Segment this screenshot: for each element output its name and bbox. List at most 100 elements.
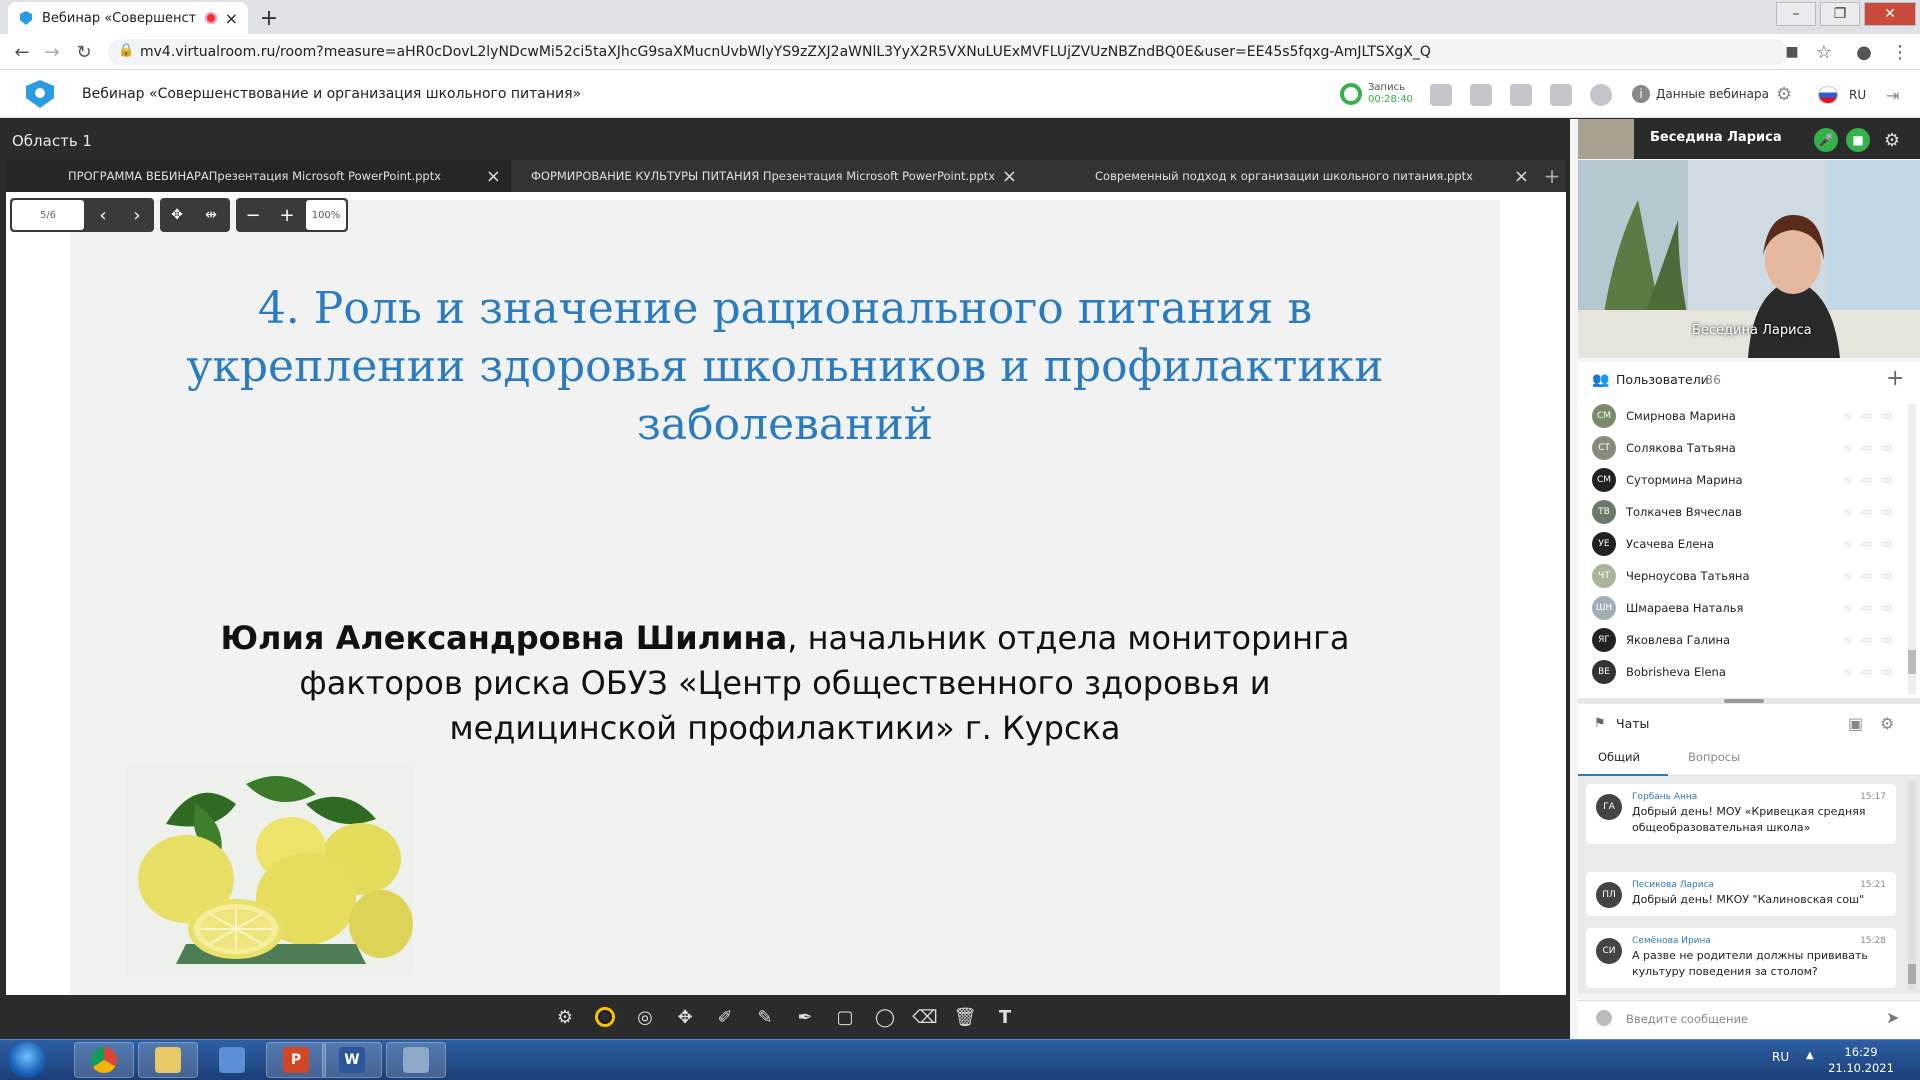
camera-permission-icon[interactable]: ■: [1780, 40, 1804, 64]
close-tab-icon[interactable]: ×: [225, 9, 238, 28]
user-row[interactable]: СТ Солякова Татьяна ⦸▭▭: [1592, 432, 1902, 464]
user-row[interactable]: СМ Сутормина Марина ⦸▭▭: [1592, 464, 1902, 496]
taskbar-explorer[interactable]: [138, 1042, 198, 1078]
eraser-icon[interactable]: ⌫: [912, 1004, 938, 1030]
user-row[interactable]: СМ Смирнова Марина ⦸▭▭: [1592, 400, 1902, 432]
marker-icon[interactable]: ✒: [792, 1004, 818, 1030]
language-selector[interactable]: RU: [1849, 88, 1866, 102]
maximize-window-button[interactable]: ❐: [1820, 2, 1860, 26]
browser-tab[interactable]: Вебинар «Совершенствова ×: [8, 2, 248, 34]
users-scrollbar-thumb[interactable]: [1908, 650, 1916, 674]
chat-scrollbar-thumb[interactable]: [1908, 964, 1916, 984]
chat-tab-questions[interactable]: Вопросы: [1688, 750, 1740, 764]
video-settings-icon[interactable]: ⚙: [1880, 128, 1904, 152]
zoom-in-button[interactable]: +: [270, 198, 304, 232]
close-file-tab-icon[interactable]: ×: [1002, 166, 1017, 187]
chat-message[interactable]: ПЛ Песикова Лариса 15:21 Добрый день! МК…: [1586, 872, 1896, 916]
close-window-button[interactable]: ✕: [1864, 2, 1916, 26]
chat-message-input[interactable]: Введите сообщение: [1626, 1012, 1748, 1026]
users-scrollbar[interactable]: [1908, 404, 1916, 694]
chat-tab-general[interactable]: Общий: [1598, 750, 1640, 764]
user-row[interactable]: ЯГ Яковлева Галина ⦸▭▭: [1592, 624, 1902, 656]
emoji-icon[interactable]: [1596, 1010, 1612, 1026]
add-file-tab-button[interactable]: +: [1540, 160, 1564, 192]
user-status-icons: ⦸▭▭: [1844, 633, 1902, 646]
user-row[interactable]: ЧТ Черноусова Татьяна ⦸▭▭: [1592, 560, 1902, 592]
user-icon[interactable]: [1590, 84, 1612, 106]
folder-icon[interactable]: [1550, 84, 1572, 106]
minimize-window-button[interactable]: –: [1776, 2, 1816, 26]
zoom-level[interactable]: 100%: [306, 200, 346, 230]
text-tool-icon[interactable]: T: [992, 1004, 1018, 1030]
url-text: mv4.virtualroom.ru/room?measure=aHR0cDov…: [140, 44, 1431, 60]
chat-settings-icon[interactable]: ⚙: [1880, 714, 1894, 733]
file-tab-2[interactable]: ФОРМИРОВАНИЕ КУЛЬТУРЫ ПИТАНИЯ Презентаци…: [515, 160, 1027, 192]
user-row[interactable]: ТВ Толкачев Вячеслав ⦸▭▭: [1592, 496, 1902, 528]
chat-scrollbar[interactable]: [1908, 780, 1916, 990]
zoom-out-button[interactable]: −: [236, 198, 270, 232]
file-tab-3[interactable]: Современный подход к организации школьно…: [1031, 160, 1539, 192]
reload-icon[interactable]: ↻: [72, 40, 96, 64]
circle-icon[interactable]: ◯: [872, 1004, 898, 1030]
rectangle-icon[interactable]: ▢: [832, 1004, 858, 1030]
tray-clock[interactable]: 16:29 21.10.2021: [1826, 1044, 1896, 1076]
back-icon[interactable]: ←: [10, 40, 34, 64]
presenter-thumbnail[interactable]: [1578, 119, 1634, 159]
browser-menu-icon[interactable]: ⋮: [1888, 40, 1912, 64]
taskbar-paint[interactable]: [386, 1042, 446, 1078]
info-icon[interactable]: i: [1632, 85, 1650, 103]
color-picker-icon[interactable]: [592, 1004, 618, 1030]
page-number-input[interactable]: 5/6: [12, 200, 84, 230]
trash-icon[interactable]: 🗑: [952, 1004, 978, 1030]
chat-message[interactable]: ГА Горбань Анна 15:17 Добрый день! МОУ «…: [1586, 784, 1896, 844]
document-icon[interactable]: [1510, 84, 1532, 106]
camera-icon[interactable]: ■: [1846, 128, 1870, 152]
file-tab-label: ФОРМИРОВАНИЕ КУЛЬТУРЫ ПИТАНИЯ Презентаци…: [531, 169, 996, 183]
next-page-button[interactable]: ›: [120, 198, 154, 232]
taskbar-word[interactable]: W: [322, 1042, 382, 1078]
move-icon[interactable]: ✥: [672, 1004, 698, 1030]
layout-icon[interactable]: [1430, 84, 1452, 106]
add-user-button[interactable]: +: [1886, 366, 1904, 391]
address-bar[interactable]: 🔒 mv4.virtualroom.ru/room?measure=aHR0cD…: [108, 39, 1788, 65]
taskbar-computer[interactable]: [202, 1042, 262, 1078]
fit-width-icon[interactable]: ⇹: [194, 198, 228, 232]
exit-icon[interactable]: ⇥: [1886, 86, 1899, 105]
pencil-icon[interactable]: ✎: [752, 1004, 778, 1030]
bookmark-star-icon[interactable]: ☆: [1812, 40, 1836, 64]
users-list: СМ Смирнова Марина ⦸▭▭ СТ Солякова Татьяна ⦸…: [1578, 398, 1920, 698]
send-icon[interactable]: ➤: [1886, 1008, 1899, 1027]
taskbar-powerpoint[interactable]: P: [266, 1042, 326, 1078]
splitter-grip[interactable]: [1724, 699, 1764, 703]
message-author: Горбань Анна: [1632, 792, 1698, 802]
prev-page-button[interactable]: ‹: [86, 198, 120, 232]
tray-language[interactable]: RU: [1772, 1050, 1789, 1064]
close-file-tab-icon[interactable]: ×: [486, 166, 501, 187]
screen-share-icon[interactable]: [1470, 84, 1492, 106]
webinar-data-link[interactable]: Данные вебинара: [1656, 87, 1769, 101]
chat-message[interactable]: СИ Семёнова Ирина 15:28 А разве не родит…: [1586, 928, 1896, 988]
area-label: Область 1: [12, 132, 92, 150]
close-file-tab-icon[interactable]: ×: [1514, 166, 1529, 187]
russian-flag-icon[interactable]: [1818, 86, 1838, 104]
start-button[interactable]: [8, 1042, 46, 1078]
settings-gear-icon[interactable]: ⚙: [1776, 84, 1792, 105]
file-tab-1[interactable]: ПРОГРАММА ВЕБИНАРАПрезентация Microsoft …: [6, 160, 511, 192]
taskbar-chrome[interactable]: [74, 1042, 134, 1078]
pointer-icon[interactable]: ◎: [632, 1004, 658, 1030]
new-tab-button[interactable]: +: [255, 4, 283, 32]
microphone-icon[interactable]: 🎤: [1814, 128, 1838, 152]
speaker-desc-2: факторов риска ОБУЗ «Центр общественного…: [299, 664, 1271, 702]
profile-avatar-icon[interactable]: ●: [1852, 40, 1876, 64]
user-row[interactable]: BE Bobrisheva Elena ⦸▭▭: [1592, 656, 1902, 688]
fit-page-icon[interactable]: ✥: [160, 198, 194, 232]
draw-settings-icon[interactable]: ⚙: [552, 1004, 578, 1030]
message-text: А разве не родители должны прививать кул…: [1632, 949, 1868, 978]
forward-icon[interactable]: →: [40, 40, 64, 64]
recording-status[interactable]: Запись 00:28:40: [1340, 82, 1413, 106]
user-row[interactable]: УЕ Усачева Елена ⦸▭▭: [1592, 528, 1902, 560]
tray-expand-icon[interactable]: ▲: [1806, 1050, 1814, 1061]
chat-export-icon[interactable]: ▣: [1848, 714, 1863, 733]
brush-icon[interactable]: ✐: [712, 1004, 738, 1030]
user-row[interactable]: ШН Шмараева Наталья ⦸▭▭: [1592, 592, 1902, 624]
